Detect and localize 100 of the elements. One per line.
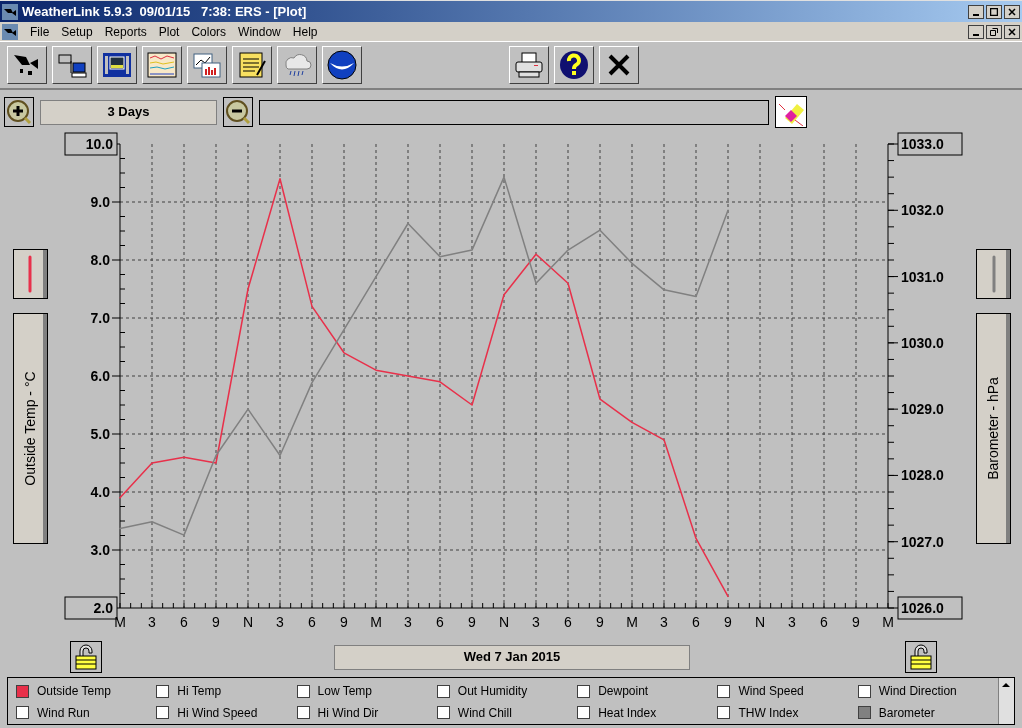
x-tick-label: 9 [724, 614, 732, 630]
date-button[interactable]: Wed 7 Jan 2015 [334, 644, 690, 670]
menu-item[interactable]: Help [292, 22, 318, 41]
legend-checkbox[interactable] [717, 706, 731, 719]
legend-label[interactable]: Wind Direction [878, 682, 957, 700]
axis-limit-box[interactable] [897, 596, 963, 620]
axis-label-button[interactable]: Outside Temp - °C [12, 313, 48, 544]
strip-charts-button[interactable] [142, 46, 182, 84]
x-tick-label: M [882, 614, 894, 630]
minimize-button[interactable] [968, 4, 984, 19]
weather-station-button[interactable] [7, 46, 47, 84]
legend-label[interactable]: Dewpoint [598, 682, 649, 700]
plot-button[interactable] [187, 46, 227, 84]
y-tick-label: 1033.0 [901, 136, 944, 152]
lock-button[interactable] [70, 641, 102, 673]
notepad-icon [237, 51, 267, 79]
scrollbar[interactable] [998, 678, 1014, 724]
legend-label[interactable]: Outside Temp [37, 682, 111, 700]
legend-checkbox[interactable] [857, 706, 871, 719]
legend-checkbox[interactable] [857, 684, 871, 698]
chart-windows-icon [192, 51, 222, 79]
menu-item[interactable]: Reports [104, 22, 147, 41]
legend-label[interactable]: Hi Temp [177, 682, 222, 700]
menu-item[interactable]: Plot [158, 22, 180, 41]
help-button[interactable] [554, 46, 594, 84]
printer-icon [514, 51, 544, 79]
legend-checkbox[interactable] [16, 706, 29, 719]
y-tick-label: 4.0 [90, 484, 110, 500]
legend-checkbox[interactable] [717, 684, 731, 698]
menu-item[interactable]: File [30, 22, 50, 41]
legend-label[interactable]: Low Temp [317, 682, 373, 700]
legend-checkbox[interactable] [577, 684, 591, 698]
line-style-button[interactable] [12, 249, 48, 299]
y-tick-label: 10.0 [85, 136, 113, 152]
maximize-icon [990, 7, 998, 16]
legend-checkbox[interactable] [577, 706, 591, 719]
legend-label[interactable]: Barometer [878, 703, 935, 722]
legend-label[interactable]: Out Humidity [457, 682, 528, 700]
minimize-icon [973, 33, 979, 36]
legend-checkbox[interactable] [436, 684, 450, 698]
zoom-in-button[interactable] [4, 97, 34, 127]
y-tick-label: 2.0 [93, 600, 113, 616]
y-tick-label: 9.0 [90, 194, 110, 210]
x-tick-label: 9 [596, 614, 604, 630]
lock-button[interactable] [905, 641, 937, 673]
legend-label[interactable]: THW Index [738, 703, 799, 722]
close-button[interactable] [1004, 4, 1020, 19]
y-tick-label: 1031.0 [901, 268, 944, 285]
close-icon [1008, 27, 1016, 36]
minimize-icon [973, 13, 979, 16]
legend-label[interactable]: Wind Run [37, 703, 90, 722]
legend-checkbox[interactable] [296, 684, 310, 698]
x-tick-label: 6 [180, 614, 188, 630]
y-tick-label: 1028.0 [901, 467, 944, 484]
app-icon [2, 3, 18, 20]
console-icon [102, 51, 132, 79]
legend-checkbox[interactable] [156, 684, 170, 698]
computer-icon [57, 51, 87, 79]
legend-checkbox[interactable] [156, 706, 170, 719]
x-tick-label: M [626, 614, 638, 630]
print-button[interactable] [509, 46, 549, 84]
close-icon [1008, 7, 1016, 16]
notes-button[interactable] [232, 46, 272, 84]
legend-checkbox[interactable] [436, 706, 450, 719]
axis-limit-box[interactable] [64, 132, 118, 156]
range-button[interactable]: 3 Days [40, 99, 217, 125]
line-style-button[interactable] [976, 249, 1011, 299]
y-tick-label: 7.0 [90, 310, 110, 326]
x-tick-label: M [114, 614, 126, 630]
legend-checkbox[interactable] [296, 706, 310, 719]
help-icon [559, 50, 589, 80]
menu-item[interactable]: Window [238, 22, 281, 41]
restore-button[interactable] [986, 24, 1002, 39]
maximize-button[interactable] [986, 4, 1002, 19]
close-button[interactable] [1004, 24, 1020, 39]
legend-label[interactable]: Heat Index [598, 703, 657, 722]
x-tick-label: M [370, 614, 382, 630]
x-tick-label: 3 [660, 614, 668, 630]
legend-label[interactable]: Wind Speed [738, 682, 804, 700]
bulletin-button[interactable] [97, 46, 137, 84]
menu-item[interactable]: Setup [61, 22, 93, 41]
download-button[interactable] [52, 46, 92, 84]
x-tick-label: N [242, 614, 254, 630]
minimize-button[interactable] [968, 24, 984, 39]
noaa-button[interactable] [322, 46, 362, 84]
legend-label[interactable]: Hi Wind Speed [177, 703, 258, 722]
close-icon [607, 53, 631, 77]
zoom-out-button[interactable] [223, 97, 253, 127]
x-tick-label: 9 [340, 614, 348, 630]
legend-checkbox[interactable] [16, 684, 29, 698]
weather-button[interactable] [277, 46, 317, 84]
menu-item[interactable]: Colors [191, 22, 227, 41]
eraser-button[interactable] [775, 96, 807, 128]
zoom-in-icon [6, 99, 32, 125]
legend-label[interactable]: Hi Wind Dir [317, 703, 379, 722]
legend-label[interactable]: Wind Chill [457, 703, 512, 722]
x-tick-label: 3 [148, 614, 156, 630]
axis-limit-box[interactable] [897, 132, 963, 156]
axis-label-button[interactable]: Barometer - hPa [976, 313, 1011, 544]
y-tick-label: 3.0 [90, 542, 110, 558]
